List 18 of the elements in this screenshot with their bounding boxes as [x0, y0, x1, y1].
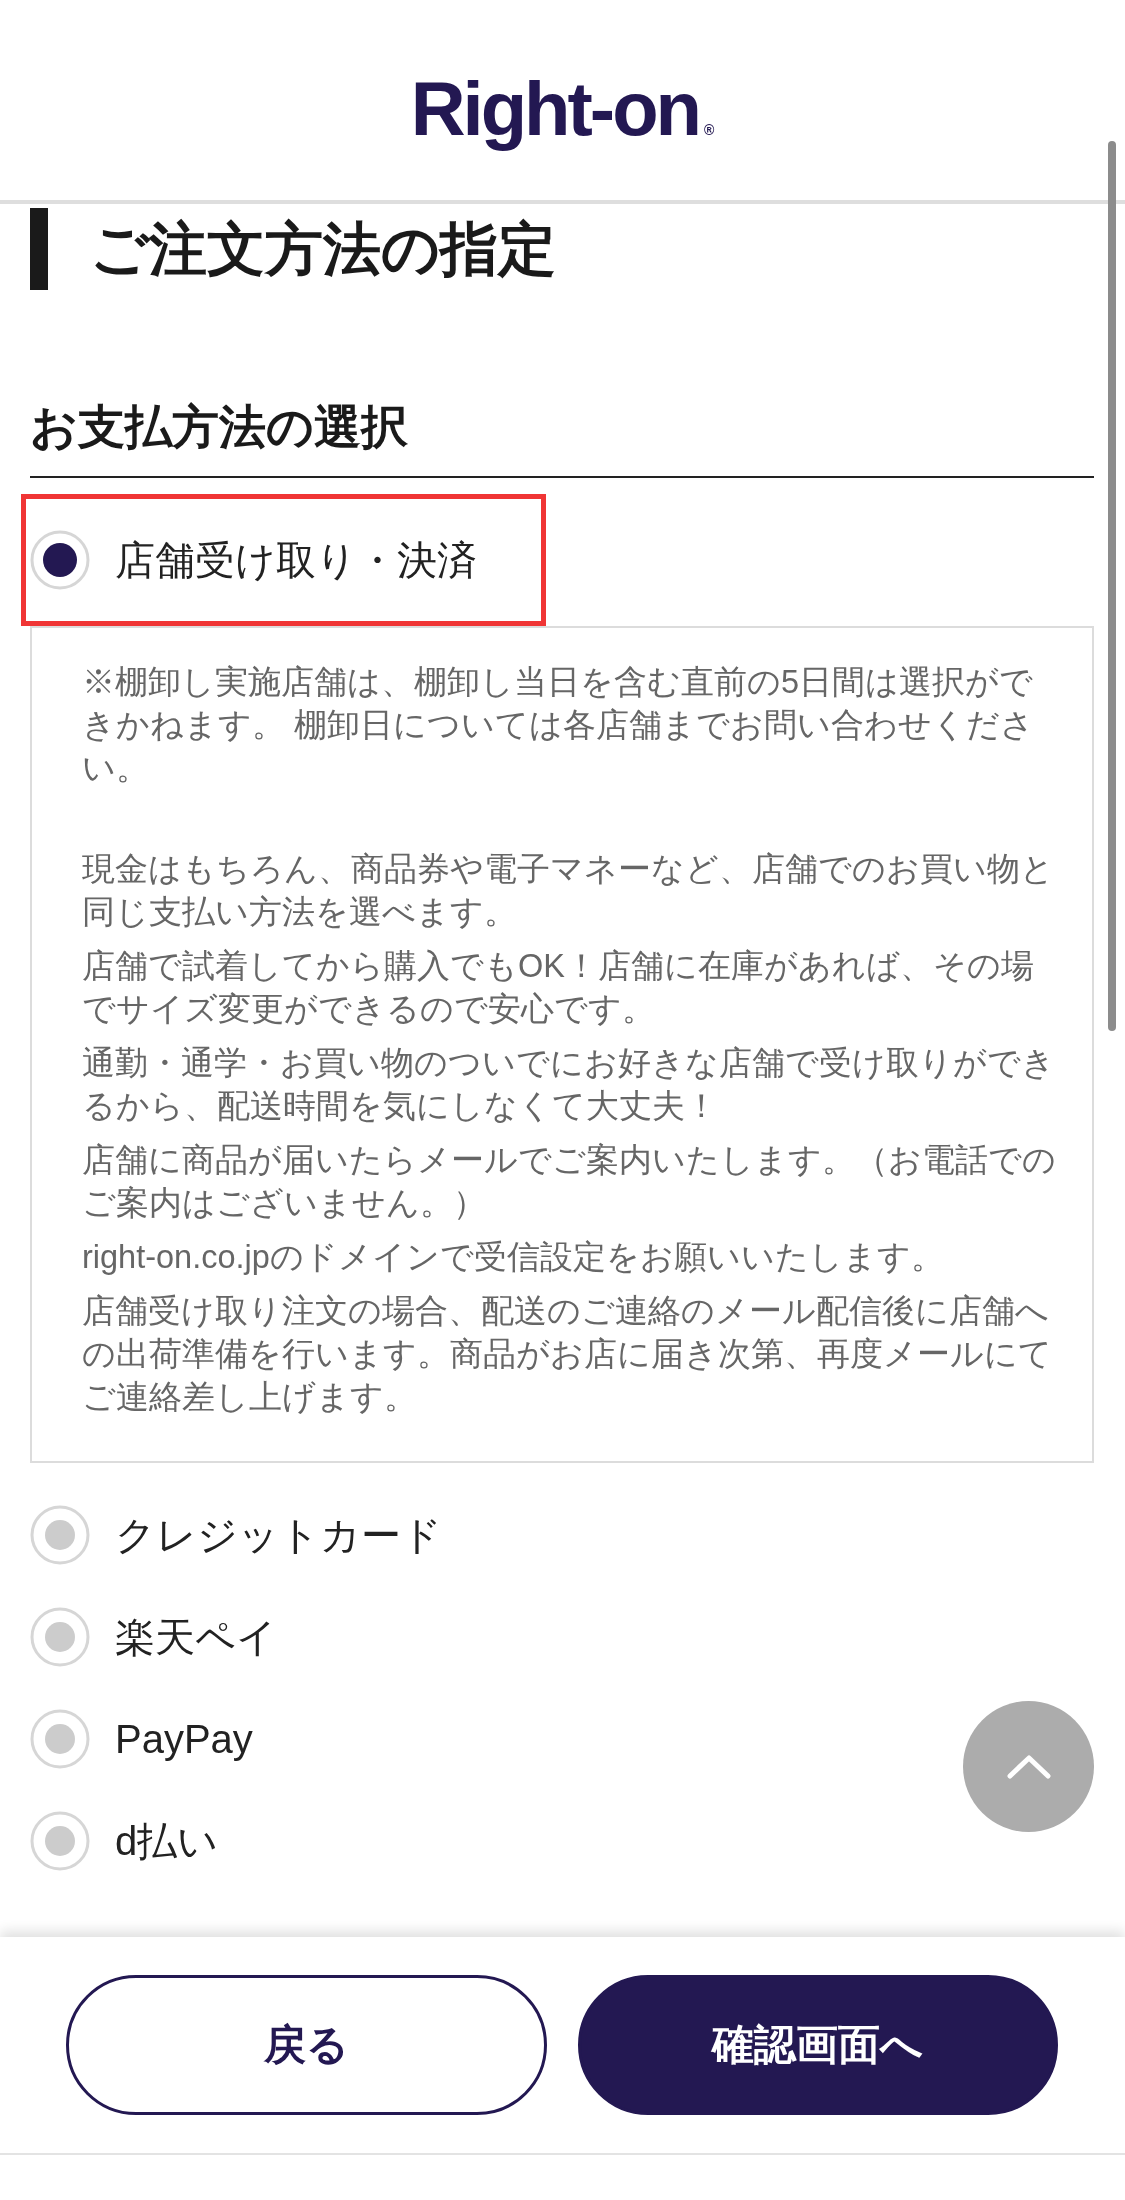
info-text: 店舗に商品が届いたらメールでご案内いたします。（お電話でのご案内はございません。）: [82, 1141, 1057, 1223]
info-text: right-on.co.jpのドメインで受信設定をお願いいたします。: [82, 1238, 945, 1277]
page-title: ご注文方法の指定: [90, 217, 556, 281]
payment-option-label[interactable]: クレジットカード: [115, 1511, 442, 1559]
notice-text: ※棚卸し実施店舗は、棚卸し当日を含む直前の5日間は選択ができかねます。 棚卸日については各店舗までお問い合わせください。: [82, 663, 1036, 788]
info-text: 店舗で試着してから購入でもOK！店舗に在庫があれば、その場でサイズ変更ができるので安心です。: [82, 947, 1035, 1029]
payment-option-label[interactable]: 楽天ペイ: [115, 1613, 277, 1661]
payment-option-label[interactable]: d払い: [115, 1817, 219, 1865]
section-heading: お支払方法の選択: [30, 399, 409, 455]
payment-option-label[interactable]: 店舗受け取り・決済: [115, 536, 477, 584]
chevron-up-icon: [1006, 1754, 1051, 1779]
info-text: 現金はもちろん、商品券や電子マネーなど、店舗でのお買い物と同じ支払い方法を選べます。: [82, 850, 1055, 932]
radio-button[interactable]: [30, 530, 90, 590]
info-text: 通勤・通学・お買い物のついでにお好きな店舗で受け取りができるから、配送時間を気にしなくて大丈夫！: [82, 1044, 1056, 1126]
payment-option-label[interactable]: PayPay: [115, 1715, 253, 1763]
back-button[interactable]: 戻る: [66, 1975, 547, 2115]
info-text: 店舗受け取り注文の場合、配送のご連絡のメール配信後に店舗への出荷準備を行います。商品がお店に届き次第、再度メールにてご連絡差し上げます。: [82, 1292, 1053, 1417]
next-button[interactable]: 確認画面へ: [577, 1975, 1058, 2115]
